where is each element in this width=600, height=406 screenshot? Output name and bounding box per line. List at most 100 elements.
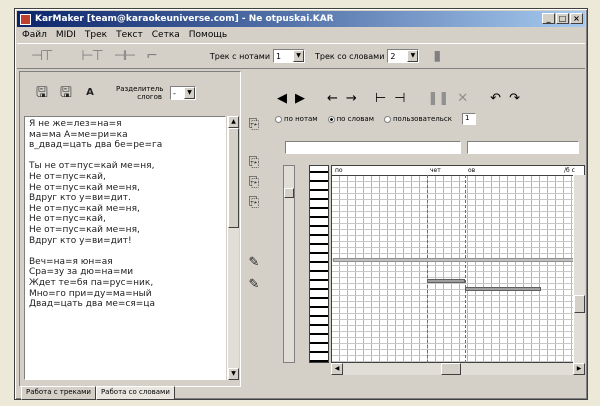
- scroll-right-icon[interactable]: ▶: [573, 363, 585, 375]
- menu-help[interactable]: Помощь: [189, 30, 227, 40]
- ruler-label: ов: [468, 167, 476, 174]
- lyric-line: Веч=на=я юн=ая: [29, 256, 113, 267]
- menu-grid[interactable]: Сетка: [152, 30, 180, 40]
- piano-keys: [309, 165, 329, 363]
- tool-join-icon[interactable]: ⊣⊢: [114, 48, 136, 64]
- prev-icon[interactable]: ◀: [277, 91, 287, 106]
- lyrics-editor[interactable]: Я не же=лез=на=я ма=ма А=ме=ри=ка в_двад…: [24, 116, 226, 380]
- note-block[interactable]: [427, 279, 465, 283]
- note-grid[interactable]: [331, 175, 585, 363]
- separator-label: Разделитель слогов: [116, 85, 164, 101]
- clear-icon[interactable]: ✎: [245, 255, 263, 271]
- tool-split-icon[interactable]: ⊢⊤: [81, 48, 103, 64]
- word-field-right[interactable]: [467, 141, 579, 154]
- lyric-line: Не от=пус=кай ме=ня,: [29, 224, 140, 235]
- menu-text[interactable]: Текст: [116, 30, 143, 40]
- tool-bracket-icon[interactable]: ⌐: [146, 48, 158, 64]
- stretch-left-icon[interactable]: ⊢: [375, 91, 386, 106]
- word-marker[interactable]: [465, 175, 466, 363]
- roll-horizontal-scrollbar[interactable]: ◀ ▶: [331, 363, 585, 375]
- tab-words[interactable]: Работа со словами: [95, 386, 175, 400]
- redo-icon[interactable]: ↷: [509, 91, 520, 106]
- save-icon[interactable]: 🖫: [34, 85, 50, 101]
- menu-track[interactable]: Трек: [85, 30, 107, 40]
- undo-icon[interactable]: ↶: [490, 91, 501, 106]
- scroll-thumb[interactable]: [228, 128, 239, 228]
- font-icon[interactable]: A: [82, 85, 98, 101]
- separator-value: -: [173, 88, 176, 98]
- note-block[interactable]: [465, 287, 541, 291]
- lyric-line: Вдруг кто у=ви=дит!: [29, 235, 132, 246]
- lyric-line: Двад=цать два ме=ся=ца: [29, 299, 155, 310]
- mode-by-words[interactable]: по словам: [327, 115, 374, 123]
- main-toolbar: ⊣⊤ ⊢⊤ ⊣⊢ ⌐ Трек с нотами 1 ▼ Трек со сло…: [17, 43, 585, 69]
- ruler-label: чет: [430, 167, 441, 174]
- menu-file[interactable]: Файл: [22, 30, 47, 40]
- playback-panel: ◀ ▶ ← → ⊢ ⊣ ❚❚ ✕ ↶ ↷ по нотам по словам …: [267, 71, 583, 161]
- close-button[interactable]: ×: [570, 13, 583, 24]
- lyric-line: Я не же=лез=на=я: [29, 119, 122, 129]
- lyric-line: Сра=зу за дю=на=ми: [29, 267, 134, 278]
- mode-radio-group: по нотам по словам пользовательск 1: [275, 113, 476, 125]
- menu-midi[interactable]: MIDI: [56, 30, 76, 40]
- scroll-down-icon[interactable]: ▼: [228, 368, 239, 380]
- mode-custom[interactable]: пользовательск: [383, 115, 452, 123]
- save-as-icon[interactable]: 🖫: [58, 85, 74, 101]
- mode-words-label: по словам: [336, 115, 374, 123]
- scroll-thumb[interactable]: [574, 295, 585, 313]
- title-bar: KarMaker [team@karaokeuniverse.com] - Ne…: [17, 11, 585, 27]
- insert-all-icon[interactable]: ⎘: [245, 195, 263, 211]
- separator-select[interactable]: - ▼: [170, 86, 196, 100]
- track-words-label: Трек со словами: [315, 51, 385, 61]
- maximize-button[interactable]: □: [556, 13, 569, 24]
- transport-controls: ◀ ▶ ← → ⊢ ⊣ ❚❚ ✕ ↶ ↷: [277, 91, 520, 106]
- tab-bar: Работа с треками Работа со словами: [21, 386, 175, 400]
- word-field-left[interactable]: [285, 141, 461, 154]
- menu-bar: Файл MIDI Трек Текст Сетка Помощь: [17, 28, 585, 42]
- tab-tracks[interactable]: Работа с треками: [21, 386, 96, 400]
- lyric-line: ма=ма А=ме=ри=ка: [29, 129, 128, 140]
- shift-right-icon[interactable]: →: [346, 91, 357, 106]
- clear-all-icon[interactable]: ✎: [245, 277, 263, 293]
- lyric-line: Ждет те=бя па=рус=ник,: [29, 277, 154, 288]
- radio-notes[interactable]: [275, 115, 282, 123]
- slider-thumb[interactable]: [284, 188, 294, 198]
- insert-paragraph-icon[interactable]: ⎘: [245, 175, 263, 191]
- ruler-label: по: [335, 167, 343, 174]
- minimize-button[interactable]: _: [542, 13, 555, 24]
- scroll-up-icon[interactable]: ▲: [228, 116, 239, 128]
- app-icon: [20, 13, 31, 25]
- volume-slider[interactable]: [283, 165, 295, 363]
- chevron-down-icon: ▼: [293, 50, 305, 62]
- lyrics-scrollbar[interactable]: ▲ ▼: [227, 116, 239, 380]
- lyric-line: Вдруг кто у=ви=дит.: [29, 193, 131, 204]
- tool-stop-icon[interactable]: ▮: [433, 48, 441, 64]
- insert-line-icon[interactable]: ⎘: [245, 155, 263, 171]
- track-words-value: 2: [390, 51, 396, 61]
- mode-custom-label: пользовательск: [392, 115, 452, 123]
- stretch-right-icon[interactable]: ⊣: [394, 91, 405, 106]
- insert-word-icon[interactable]: ⎘: [245, 117, 263, 133]
- window-title: KarMaker [team@karaokeuniverse.com] - Ne…: [35, 14, 334, 24]
- note-block[interactable]: [333, 258, 583, 262]
- pause-icon[interactable]: ❚❚: [427, 91, 449, 106]
- shift-left-icon[interactable]: ←: [327, 91, 338, 106]
- next-icon[interactable]: ▶: [295, 91, 305, 106]
- ruler-label: /б с: [564, 167, 575, 174]
- radio-custom[interactable]: [383, 115, 391, 123]
- word-marker[interactable]: [427, 175, 428, 363]
- chevron-down-icon: ▼: [407, 50, 419, 62]
- mute-icon[interactable]: ✕: [457, 91, 468, 106]
- track-notes-label: Трек с нотами: [209, 51, 271, 61]
- roll-vertical-scrollbar[interactable]: [573, 175, 585, 363]
- track-notes-select[interactable]: 1 ▼: [273, 49, 306, 63]
- lyrics-toolbar: 🖫 🖫 A Разделитель слогов - ▼: [20, 72, 240, 114]
- mode-by-notes[interactable]: по нотам: [275, 115, 318, 123]
- scroll-left-icon[interactable]: ◀: [331, 363, 343, 375]
- custom-value-field[interactable]: 1: [461, 113, 476, 125]
- lyric-line: Не от=пус=кай ме=ня,: [29, 182, 140, 193]
- radio-words[interactable]: [327, 115, 335, 123]
- tool-marker-icon[interactable]: ⊣⊤: [31, 48, 53, 64]
- scroll-thumb[interactable]: [441, 363, 461, 375]
- track-words-select[interactable]: 2 ▼: [387, 49, 420, 63]
